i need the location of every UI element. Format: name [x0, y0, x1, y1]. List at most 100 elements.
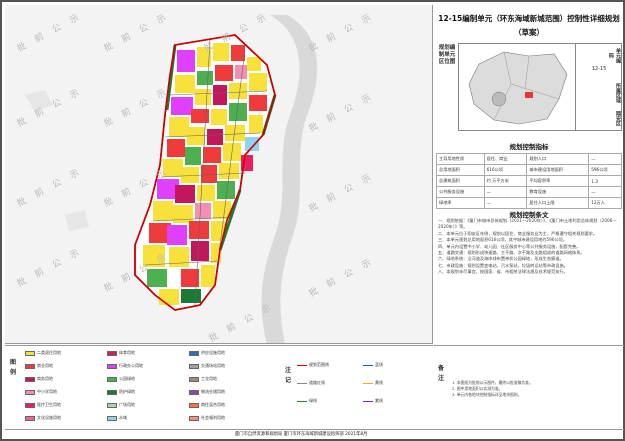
location-map [458, 43, 576, 131]
annotation-item: 蓝线 [363, 362, 383, 368]
notes-panel: 备注 1. 本图纸为批前公示图件，最终以批准稿为准。 2. 图中用地面积以实测为准… [434, 345, 624, 429]
unit-code: 12-15 [591, 66, 607, 72]
legend-label: 中小学用地 [37, 389, 57, 394]
indicator-label: 规划人口 [526, 153, 590, 165]
annotation-line [297, 400, 307, 402]
legend-item: 工业用地 [189, 376, 217, 382]
legend-swatch [189, 376, 199, 382]
annotation-item: 规划范围线 [297, 362, 329, 368]
indicator-label: 平均容积率 [526, 175, 590, 187]
legend-label: 文化设施用地 [37, 415, 61, 420]
land-use-map: 批 前 公 示 批 前 公 示 批 前 公 示 批 前 公 示 批 前 公 示 … [5, 5, 433, 344]
clause-paragraph: 一、规划依据：《厦门市城市总体规划（2011—2020年）》、《厦门市土地利用总… [438, 218, 617, 230]
legend-item: 防护绿地 [107, 389, 135, 395]
footer: 厦门市自然资源和规划局 厦门市环东海域新城建设指挥部 2021年8月 [5, 429, 624, 440]
annotation-label: 蓝线 [375, 362, 383, 367]
annotation-grid: 规划范围线 道路红线 绿线 蓝线 黄线 紫线 [297, 348, 433, 428]
indicator-label: 教育设施 [526, 186, 590, 198]
legend-label: 交通场站用地 [201, 363, 225, 368]
legend-swatch [189, 415, 199, 421]
plan-title: 12-15编制单元（环东海域新城范围）控制性详细规划 [438, 14, 620, 23]
indicator-row: 总用地面积 616公顷 城市建设用地面积 596公顷 [436, 164, 622, 176]
location-map-label: 规划编制单元区位图 [438, 45, 456, 65]
legend-swatch [107, 389, 117, 395]
legend-swatch [107, 350, 117, 356]
annotation-label: 黄线 [375, 380, 383, 385]
legend-item: 商住混合用地 [189, 402, 225, 408]
legend-item: 中小学用地 [25, 389, 57, 395]
indicator-label: 公共服务设施 [436, 186, 485, 198]
location-map-graphic [468, 51, 568, 125]
legend-item: 文化设施用地 [25, 415, 61, 421]
legend-item: 广场用地 [107, 402, 135, 408]
legend-item: 供应设施用地 [189, 350, 225, 356]
legend-item: 交通场站用地 [189, 363, 225, 369]
legend-label: 行政办公用地 [119, 363, 143, 368]
legend-label: 社会福利用地 [201, 415, 225, 420]
legend-item: 医疗卫生用地 [25, 402, 61, 408]
indicator-value: 1.3 [588, 175, 622, 187]
legend-item: 商务用地 [25, 376, 53, 382]
indicator-value: 12万人 [588, 197, 622, 209]
legend-item: 社会福利用地 [189, 415, 225, 421]
note-line: 3. 单元内各地块控制指标详见地块图则。 [452, 392, 522, 397]
plan-subtitle: （草案） [514, 28, 544, 37]
legend-swatch [25, 402, 35, 408]
notes-text: 1. 本图纸为批前公示图件，最终以批准稿为准。 2. 图中用地面积以实测为准。 3.… [452, 380, 620, 398]
indicator-value: — [588, 153, 622, 165]
annotation-title: 注记 [284, 367, 291, 384]
legend-swatch [107, 415, 117, 421]
legend-swatch [189, 363, 199, 369]
legend-swatch [189, 350, 199, 356]
legend-label: 广场用地 [119, 402, 135, 407]
annotation-label: 绿线 [309, 398, 317, 403]
indicator-value: 居住、商业 [483, 153, 528, 165]
legend-item: 水域 [107, 415, 127, 421]
indicator-label: 城市建设用地面积 [526, 164, 590, 176]
notes-title: 备注 [438, 365, 445, 382]
legend-label: 水域 [119, 415, 127, 420]
legend-swatch [25, 376, 35, 382]
indicator-value: 约 万平方米 [483, 175, 528, 187]
legend-grid: 二类居住用地 商业用地商务用地中小学用地医疗卫生用地文化设施用地 体育用地行政办公用… [25, 348, 279, 428]
location-info: 单元编码 12-15 所属区域 翔安区 [576, 43, 622, 131]
legend-swatch [25, 389, 35, 395]
indicator-row: 总建筑面积约 万平方米 平均容积率 1.3 [436, 175, 622, 187]
indicator-table: 主导用地性质 居住、商业 规划人口 — 总用地面积 616公顷 城市建设用地面积 596公顷总… [436, 153, 622, 209]
legend-item: 物流仓储用地 [189, 389, 225, 395]
legend-swatch [107, 376, 117, 382]
indicator-value: 596公顷 [588, 164, 622, 176]
annotation-item: 黄线 [363, 380, 383, 386]
indicator-label: 绿地率 [436, 197, 485, 209]
legend-label: 商住混合用地 [201, 402, 225, 407]
annotation-item: 道路红线 [297, 380, 325, 386]
legend-item: 商业用地 [25, 363, 53, 369]
legend-item: 二类居住用地 [25, 350, 61, 356]
legend-label: 防护绿地 [119, 389, 135, 394]
legend-label: 商业用地 [37, 363, 53, 368]
legend-swatch [107, 363, 117, 369]
annotation-line [363, 400, 373, 402]
legend-item: 体育用地 [107, 350, 135, 356]
unit-code-label: 单元编码 [608, 47, 621, 63]
indicator-value: — [483, 197, 528, 209]
legend-label: 供应设施用地 [201, 350, 225, 355]
indicator-label: 居住人口上限 [526, 197, 590, 209]
annotation-label: 道路红线 [309, 380, 325, 385]
indicator-label: 总建筑面积 [436, 175, 485, 187]
clause-paragraph: 八、本规划未尽事宜，按国家、省、市相关法律法规及技术规范执行。 [438, 269, 568, 275]
annotation-item: 绿线 [297, 398, 317, 404]
legend-label: 物流仓储用地 [201, 389, 225, 394]
indicator-value: — [483, 186, 528, 198]
legend-item: 公园绿地 [107, 376, 135, 382]
legend-label: 二类居住用地 [37, 350, 61, 355]
district-label: 所属区域 [615, 83, 621, 103]
legend-label: 体育用地 [119, 350, 135, 355]
legend-swatch [107, 402, 117, 408]
legend-label: 公园绿地 [119, 376, 135, 381]
annotation-line [297, 382, 307, 384]
indicator-row: 绿地率 — 居住人口上限 12万人 [436, 197, 622, 209]
legend-swatch [25, 415, 35, 421]
legend-swatch [189, 389, 199, 395]
district-name: 翔安区 [615, 110, 621, 126]
